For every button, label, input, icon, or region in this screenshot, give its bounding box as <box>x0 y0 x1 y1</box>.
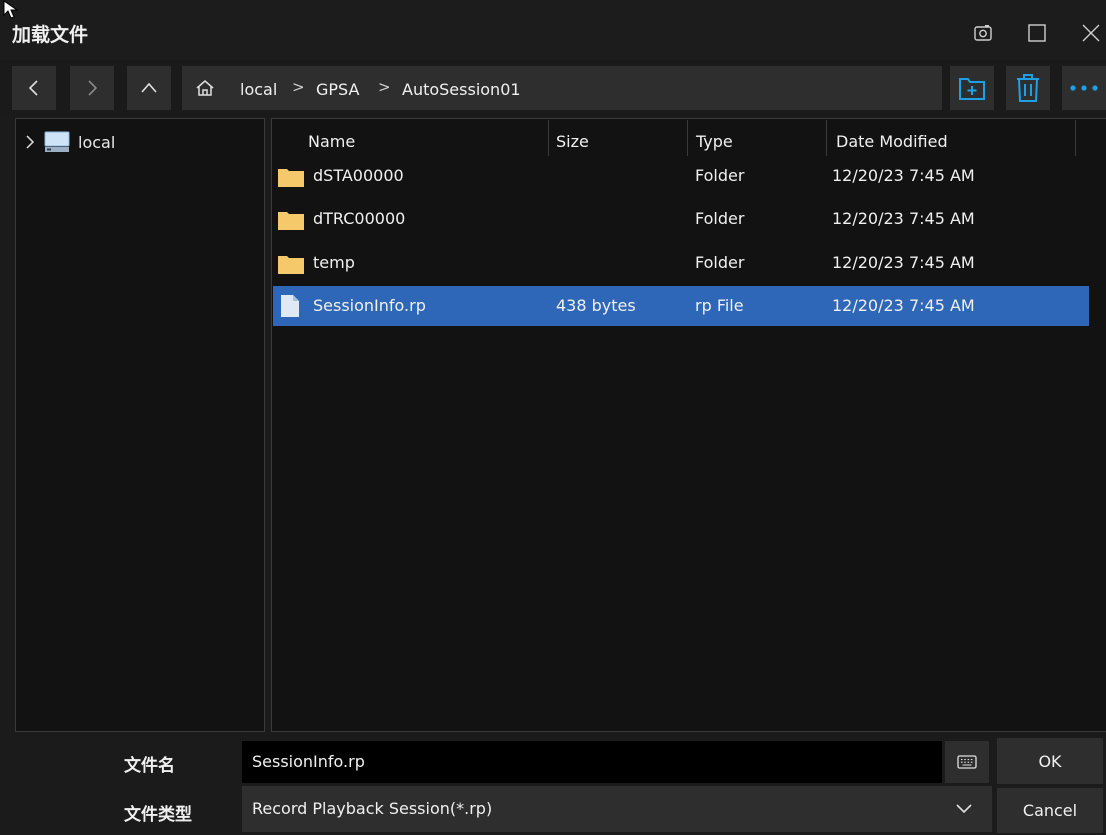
chevron-left-icon <box>28 80 38 96</box>
back-button[interactable] <box>12 66 56 110</box>
folder-icon <box>278 256 304 274</box>
chevron-right-icon[interactable] <box>24 134 36 150</box>
column-header-name[interactable]: Name <box>308 132 355 151</box>
filename-value: SessionInfo.rp <box>252 752 365 771</box>
keyboard-button[interactable] <box>945 741 989 783</box>
more-icon <box>1070 85 1098 91</box>
column-header-size[interactable]: Size <box>556 132 589 151</box>
folder-icon <box>278 212 304 230</box>
table-row[interactable]: temp Folder 12/20/23 7:45 AM <box>273 243 1089 283</box>
drive-icon <box>44 131 70 152</box>
file-date: 12/20/23 7:45 AM <box>832 209 975 228</box>
file-name: dSTA00000 <box>313 166 404 185</box>
up-button[interactable] <box>127 66 171 110</box>
column-divider[interactable] <box>1075 120 1076 156</box>
maximize-button[interactable] <box>1022 18 1052 48</box>
forward-button[interactable] <box>70 66 114 110</box>
filetype-label: 文件类型 <box>124 805 192 825</box>
column-divider[interactable] <box>687 120 688 156</box>
chevron-up-icon <box>141 82 157 93</box>
file-name: temp <box>313 253 355 272</box>
chevron-down-icon <box>956 804 972 814</box>
file-size: 438 bytes <box>556 296 636 315</box>
load-file-dialog: 加载文件 local > GPSA > AutoSession01 local … <box>0 0 1106 835</box>
file-date: 12/20/23 7:45 AM <box>832 296 975 315</box>
new-folder-button[interactable] <box>950 66 994 110</box>
window-title: 加载文件 <box>12 24 89 46</box>
column-header-date-modified[interactable]: Date Modified <box>836 132 948 151</box>
keyboard-icon <box>957 755 977 769</box>
more-options-button[interactable] <box>1062 66 1106 110</box>
file-type: Folder <box>695 253 745 272</box>
column-header-type[interactable]: Type <box>696 132 733 151</box>
table-row[interactable]: dTRC00000 Folder 12/20/23 7:45 AM <box>273 199 1089 239</box>
breadcrumb-separator: > <box>378 78 391 96</box>
column-divider[interactable] <box>548 120 549 156</box>
delete-button[interactable] <box>1006 66 1050 110</box>
close-button[interactable] <box>1076 18 1106 48</box>
breadcrumb-local[interactable]: local <box>240 80 277 99</box>
folder-icon <box>278 169 304 187</box>
mouse-cursor-icon <box>3 0 19 19</box>
chevron-right-icon <box>88 80 98 96</box>
filename-input[interactable]: SessionInfo.rp <box>242 741 942 783</box>
table-row-selected[interactable]: SessionInfo.rp 438 bytes rp File 12/20/2… <box>273 286 1089 326</box>
breadcrumb-gpsa[interactable]: GPSA <box>316 80 359 99</box>
tree-item-label: local <box>78 132 116 152</box>
filename-label: 文件名 <box>124 756 175 776</box>
file-type: Folder <box>695 209 745 228</box>
title-bar: 加载文件 <box>0 0 1106 60</box>
file-name: SessionInfo.rp <box>313 296 426 315</box>
table-row[interactable]: dSTA00000 Folder 12/20/23 7:45 AM <box>273 156 1089 196</box>
file-type: rp File <box>695 296 744 315</box>
file-date: 12/20/23 7:45 AM <box>832 166 975 185</box>
tree-item-local[interactable]: local <box>24 130 115 154</box>
filetype-select[interactable]: Record Playback Session(*.rp) <box>242 786 992 832</box>
breadcrumb-autosession01[interactable]: AutoSession01 <box>402 80 521 99</box>
trash-icon <box>1017 74 1039 102</box>
column-divider[interactable] <box>826 120 827 156</box>
breadcrumb-separator: > <box>292 78 305 96</box>
folder-tree <box>15 118 265 732</box>
close-icon <box>1082 24 1100 42</box>
camera-icon <box>974 25 992 41</box>
maximize-icon <box>1028 24 1046 42</box>
home-icon[interactable] <box>195 79 215 97</box>
new-folder-icon <box>959 78 985 100</box>
file-type: Folder <box>695 166 745 185</box>
file-name: dTRC00000 <box>313 209 406 228</box>
cancel-button[interactable]: Cancel <box>997 788 1103 833</box>
screenshot-button[interactable] <box>968 18 998 48</box>
filetype-value: Record Playback Session(*.rp) <box>252 799 493 818</box>
file-icon <box>281 295 299 317</box>
ok-button[interactable]: OK <box>997 738 1103 784</box>
file-date: 12/20/23 7:45 AM <box>832 253 975 272</box>
